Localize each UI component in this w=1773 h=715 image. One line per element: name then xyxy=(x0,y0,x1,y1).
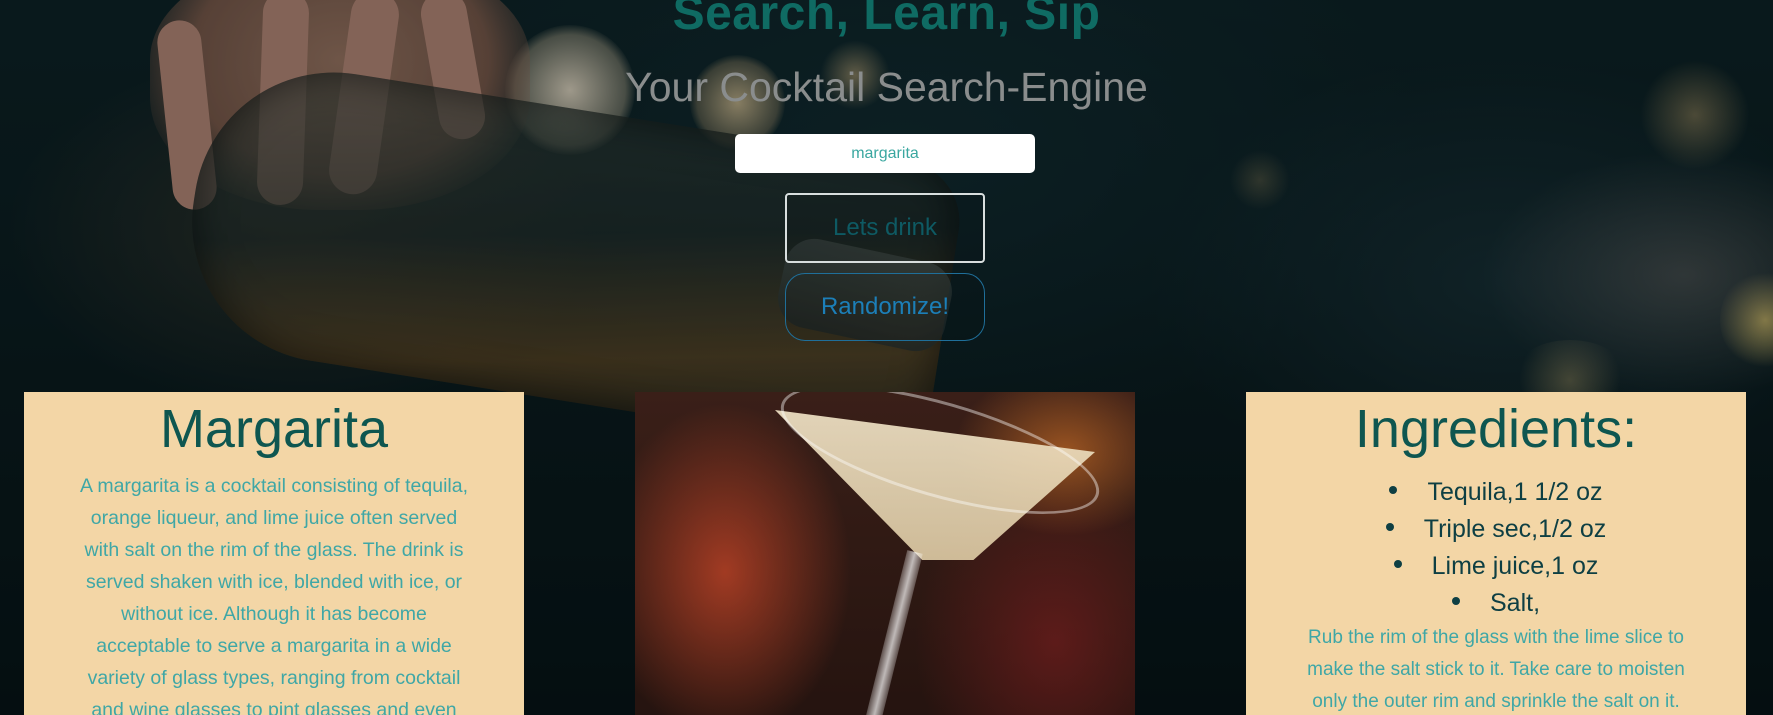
ingredients-list: Tequila,1 1/2 oz Triple sec,1/2 oz Lime … xyxy=(1246,474,1746,622)
drink-description: A margarita is a cocktail consisting of … xyxy=(79,475,469,715)
bullet-icon xyxy=(1393,560,1402,569)
drink-name: Margarita xyxy=(159,399,389,459)
drink-info-card: Margarita A margarita is a cocktail cons… xyxy=(24,392,524,715)
ingredient-item: Salt, xyxy=(1246,585,1746,622)
bullet-icon xyxy=(1385,523,1394,532)
bullet-icon xyxy=(1389,486,1398,495)
drink-instructions: Rub the rim of the glass with the lime s… xyxy=(1307,627,1685,712)
glass-stem-shape xyxy=(858,550,923,715)
randomize-button[interactable]: Randomize! xyxy=(785,273,985,341)
search-input[interactable] xyxy=(735,134,1035,173)
ingredients-card: Ingredients: Tequila,1 1/2 oz Triple sec… xyxy=(1246,392,1746,715)
page-subtitle: Your Cocktail Search-Engine xyxy=(625,64,1148,110)
ingredient-label: Triple sec,1/2 oz xyxy=(1423,515,1607,543)
page-title: Search, Learn, Sip xyxy=(672,0,1101,40)
ingredients-heading: Ingredients: xyxy=(1354,399,1638,459)
ingredient-label: Salt, xyxy=(1489,589,1541,617)
ingredient-label: Tequila,1 1/2 oz xyxy=(1427,478,1603,506)
ingredient-item: Tequila,1 1/2 oz xyxy=(1246,474,1746,511)
lets-drink-button[interactable]: Lets drink xyxy=(785,193,985,263)
ingredient-label: Lime juice,1 oz xyxy=(1431,552,1599,580)
ingredient-item: Lime juice,1 oz xyxy=(1246,548,1746,585)
ingredient-item: Triple sec,1/2 oz xyxy=(1246,511,1746,548)
drink-image xyxy=(635,392,1135,715)
bullet-icon xyxy=(1451,597,1460,606)
